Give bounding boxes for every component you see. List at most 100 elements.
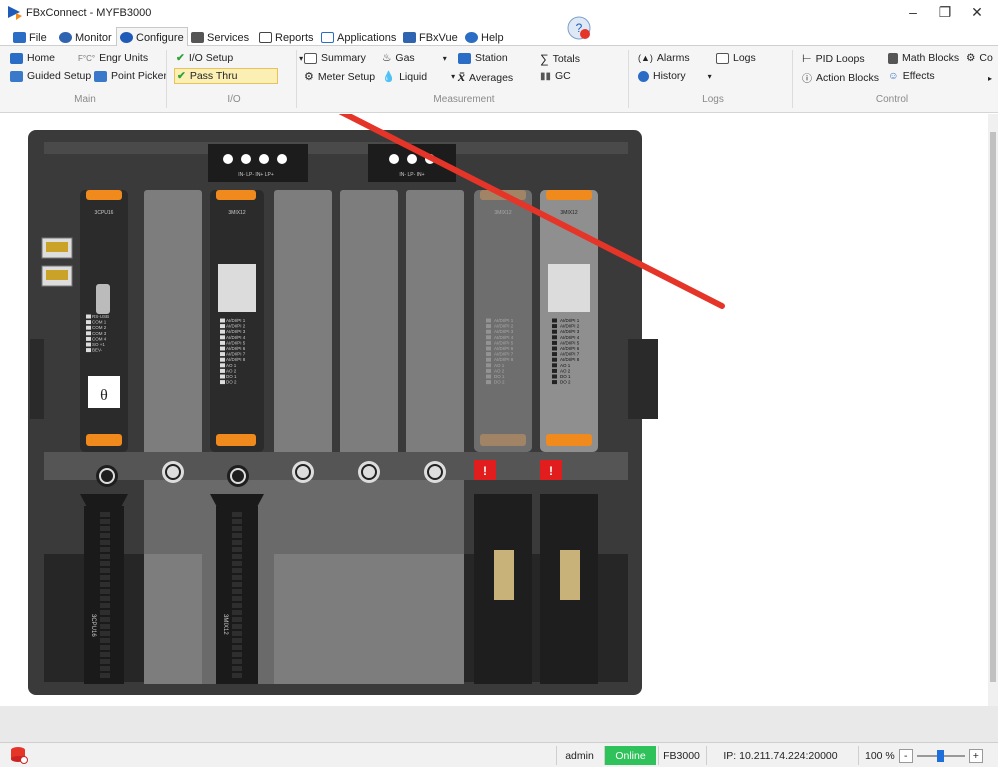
device-canvas: IN- LP- IN+ LP+ IN- LP- IN+ 3CPU16 RS-US… <box>0 77 998 706</box>
tab-services[interactable]: Services <box>188 29 252 46</box>
status-led <box>220 363 225 368</box>
zoom-control: 100 % - + <box>858 746 996 765</box>
logs-button[interactable]: Logs <box>716 52 756 64</box>
guided-setup-button[interactable]: Guided Setup <box>10 70 91 82</box>
terminal-pin <box>100 540 110 545</box>
meter-setup-button[interactable]: ⚙ Meter Setup <box>304 70 375 84</box>
status-led <box>552 324 557 329</box>
terminal-pin <box>100 673 110 678</box>
module-channel-label: AI/DI/PI 7 <box>560 352 580 357</box>
effects-button[interactable]: ☺ Effects <box>888 70 935 82</box>
gas-button[interactable]: ♨ Gas ▾ <box>382 52 447 64</box>
vertical-scrollbar[interactable] <box>988 114 998 706</box>
blank-slot-2 <box>274 190 332 456</box>
status-led <box>552 380 557 385</box>
summary-button[interactable]: Summary <box>304 52 366 64</box>
module-channel-label: DO 2 <box>560 380 571 385</box>
minimize-button[interactable]: – <box>898 4 928 20</box>
status-led <box>486 340 491 345</box>
terminal-block-mix: 3MIX12 <box>210 494 264 684</box>
station-button[interactable]: Station <box>458 52 508 64</box>
terminal-pin <box>232 659 242 664</box>
module-3cpu16: 3CPU16 RS-USBCOM 1COM 2COM 3COM 4SO +1BE… <box>80 190 128 452</box>
zoom-slider[interactable] <box>916 749 965 763</box>
module-channel-label: AO 2 <box>560 368 571 373</box>
averages-button[interactable]: x̄ Averages <box>458 70 513 86</box>
tab-help[interactable]: Help <box>462 29 507 46</box>
point-picker-button[interactable]: Point Picker <box>94 70 167 82</box>
blank-slot-4 <box>406 190 464 456</box>
connector-pins-8 <box>560 550 580 600</box>
engr-units-button[interactable]: F°C° Engr Units <box>78 52 148 64</box>
tab-monitor[interactable]: Monitor <box>56 29 115 46</box>
liquid-button[interactable]: 💧 Liquid ▾ <box>382 70 455 84</box>
terminal-pin <box>232 561 242 566</box>
maximize-button[interactable]: ❐ <box>930 4 960 21</box>
ribbon-separator <box>166 50 167 108</box>
fb3000-device-diagram[interactable]: IN- LP- IN+ LP+ IN- LP- IN+ 3CPU16 RS-US… <box>0 77 988 706</box>
pass-thru-button[interactable]: ✔ Pass Thru <box>174 68 279 84</box>
module-channel-label: AI/DI/PI 2 <box>494 324 514 329</box>
home-button[interactable]: Home <box>10 52 55 64</box>
help-icon <box>465 32 478 43</box>
usb-port <box>96 284 110 314</box>
terminal-pin <box>100 659 110 664</box>
drop-icon: 💧 <box>382 71 396 83</box>
action-blocks-button[interactable]: ⓘ Action Blocks <box>802 70 879 86</box>
scrollbar-thumb[interactable] <box>990 132 996 682</box>
sigma-icon: ∑ <box>540 52 549 66</box>
tab-fbxvue[interactable]: FBxVue <box>400 29 461 46</box>
zoom-level: 100 % <box>865 749 895 762</box>
module-channel-label: AO 1 <box>494 363 505 368</box>
terminal-pin <box>100 512 110 517</box>
checkmark-icon: ✔ <box>176 52 185 64</box>
module-channel-label: AI/DI/PI 7 <box>226 352 246 357</box>
database-alert-icon[interactable] <box>10 746 28 764</box>
ribbon-scroll-right-icon[interactable]: ▸ <box>988 74 992 83</box>
module-channel-label: SO +1 <box>92 342 105 347</box>
status-led <box>552 368 557 373</box>
status-led <box>486 329 491 334</box>
module-channel-label: RS-USB <box>92 314 109 319</box>
terminal-pin <box>100 652 110 657</box>
zoom-in-button[interactable]: + <box>968 748 983 763</box>
alarms-button[interactable]: (▲) Alarms <box>638 52 690 64</box>
dropdown-arrow-icon: ▾ <box>442 53 447 63</box>
status-led <box>486 335 491 340</box>
terminal-pin <box>232 554 242 559</box>
tab-applications[interactable]: Applications <box>318 29 399 46</box>
module-channel-label: AI/DI/PI 6 <box>560 346 580 351</box>
io-setup-button[interactable]: ✔ I/O Setup ▾ <box>176 52 303 64</box>
totals-button[interactable]: ∑ Totals <box>540 52 580 66</box>
group-label-measurement: Measurement <box>433 94 495 105</box>
status-led <box>220 380 225 385</box>
svg-text:3MIX12: 3MIX12 <box>560 210 577 216</box>
module-channel-label: AI/DI/PI 2 <box>560 324 580 329</box>
co-button[interactable]: ⚙ Co <box>966 52 993 64</box>
gc-button[interactable]: ▮▮ GC <box>540 70 571 82</box>
blank-slot-1 <box>144 190 202 456</box>
status-led <box>486 368 491 373</box>
status-led <box>486 346 491 351</box>
status-led <box>552 374 557 379</box>
status-led <box>552 363 557 368</box>
status-led <box>86 320 91 325</box>
tab-reports[interactable]: Reports <box>256 29 317 46</box>
terminal-pin <box>100 582 110 587</box>
pid-loops-button[interactable]: ⊢ PID Loops <box>802 52 865 66</box>
top-connector-1-label: IN- LP- IN+ LP+ <box>238 172 274 178</box>
zoom-out-button[interactable]: - <box>898 748 913 763</box>
terminal-pin <box>232 547 242 552</box>
tab-configure[interactable]: Configure <box>116 27 188 47</box>
close-button[interactable]: ✕ <box>962 4 992 21</box>
status-online-badge: Online <box>604 746 656 765</box>
group-label-control: Control <box>875 94 909 105</box>
history-button[interactable]: History ▾ <box>638 70 712 82</box>
math-blocks-button[interactable]: Math Blocks <box>888 52 959 64</box>
module-channel-label: AI/DI/PI 6 <box>226 346 246 351</box>
zoom-slider-thumb[interactable] <box>936 749 944 762</box>
terminal-pin <box>100 596 110 601</box>
group-label-main: Main <box>74 94 96 105</box>
tools-icon <box>191 32 204 43</box>
tab-file[interactable]: File <box>10 29 50 46</box>
